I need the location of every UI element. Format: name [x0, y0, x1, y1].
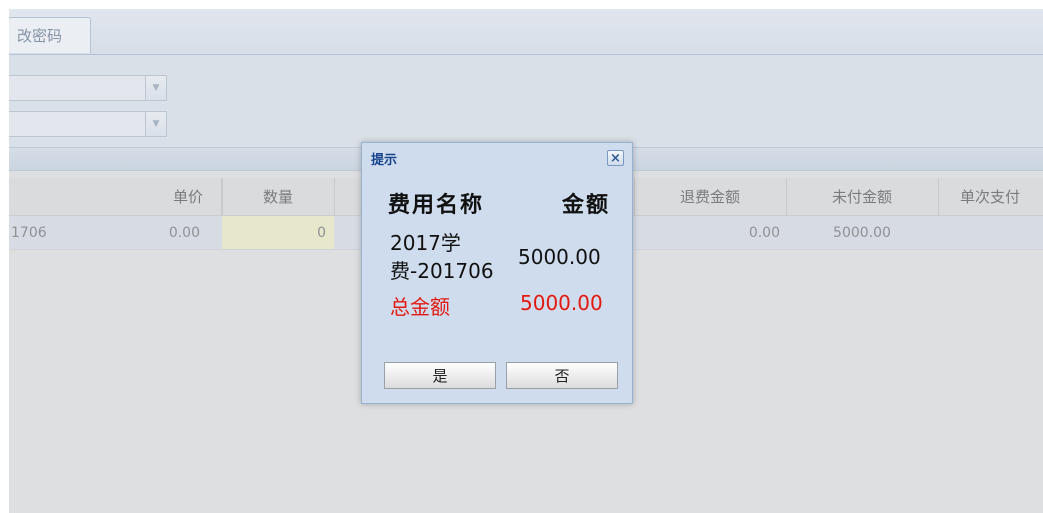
item-name-line2: 费-201706 [390, 259, 494, 283]
prompt-dialog: 提示 × 费用名称 金额 2017学 费-201706 5000.00 总金额 … [361, 142, 633, 404]
close-icon[interactable]: × [607, 150, 624, 166]
no-button[interactable]: 否 [506, 362, 618, 389]
item-amount: 5000.00 [518, 245, 601, 269]
item-name-line1: 2017学 [390, 231, 461, 255]
total-label: 总金额 [390, 295, 450, 319]
yes-button[interactable]: 是 [384, 362, 496, 389]
header-fee-name: 费用名称 [388, 192, 485, 218]
dialog-title: 提示 [371, 153, 398, 168]
header-amount: 金额 [562, 192, 611, 218]
total-amount: 5000.00 [520, 291, 603, 315]
